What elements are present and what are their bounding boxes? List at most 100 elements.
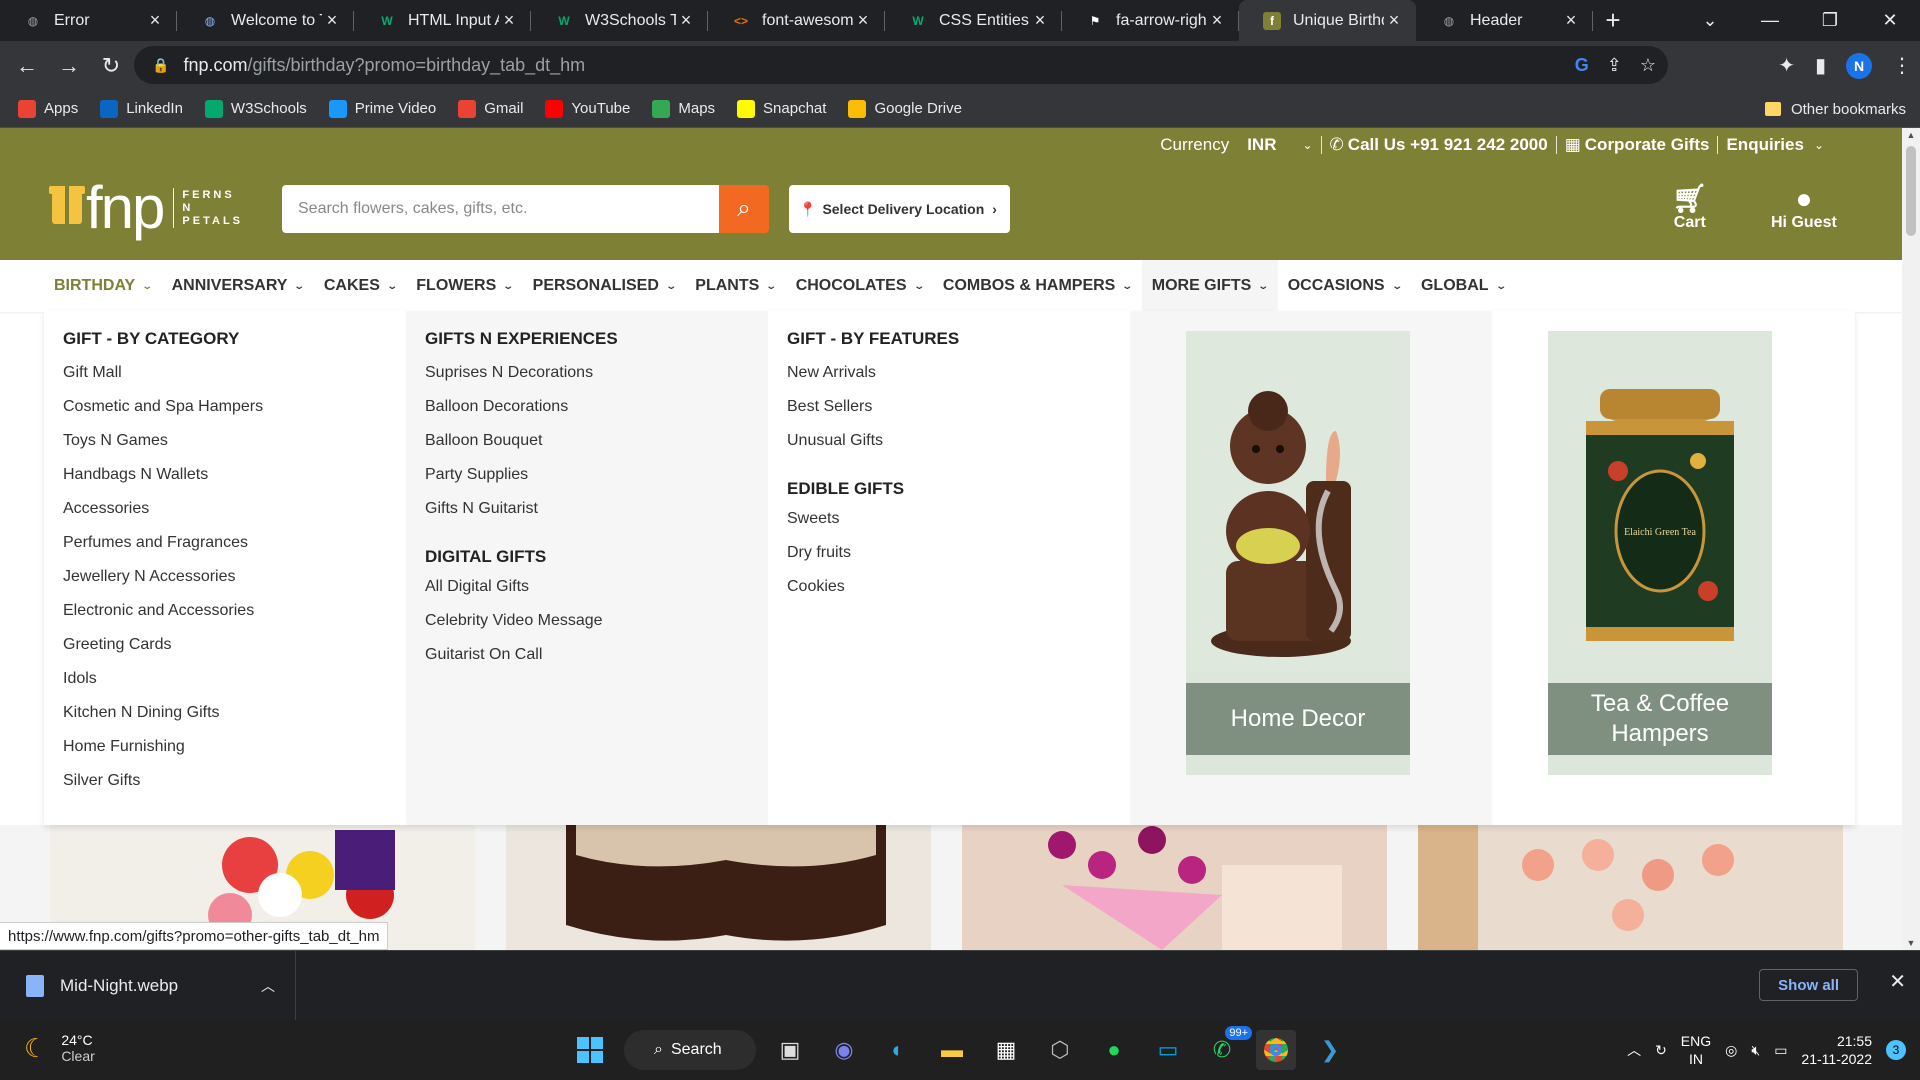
mega-menu-link[interactable]: Idols bbox=[63, 669, 387, 703]
weather-widget[interactable]: ☾ 24°C Clear bbox=[24, 1032, 95, 1064]
browser-tab[interactable]: ◍ Welcome to To× bbox=[177, 0, 354, 41]
close-download-shelf-icon[interactable]: ✕ bbox=[1889, 969, 1906, 994]
delivery-location-button[interactable]: 📍 Select Delivery Location › bbox=[789, 185, 1010, 233]
nav-item[interactable]: PLANTS ⌄ bbox=[685, 260, 785, 312]
bookmark-star-icon[interactable]: ☆ bbox=[1640, 55, 1656, 76]
tab-close-icon[interactable]: × bbox=[322, 10, 342, 31]
other-bookmarks[interactable]: Other bookmarks bbox=[1764, 90, 1906, 128]
promo-home-decor[interactable]: Home Decor bbox=[1130, 311, 1492, 825]
account-button[interactable]: ● Hi Guest bbox=[1771, 184, 1837, 232]
mega-menu-link[interactable]: Kitchen N Dining Gifts bbox=[63, 703, 387, 737]
app-hexagon-icon[interactable]: ⬡ bbox=[1040, 1030, 1080, 1070]
bookmark-item[interactable]: Maps bbox=[652, 99, 715, 118]
bookmark-item[interactable]: Snapchat bbox=[737, 99, 826, 118]
browser-tab[interactable]: ◍ Error × bbox=[0, 0, 177, 41]
call-us-link[interactable]: ✆ Call Us +91 921 242 2000 bbox=[1322, 135, 1556, 155]
mega-menu-link[interactable]: Perfumes and Fragrances bbox=[63, 533, 387, 567]
tab-close-icon[interactable]: × bbox=[676, 10, 696, 31]
mega-menu-link[interactable]: Cosmetic and Spa Hampers bbox=[63, 397, 387, 431]
speaker-muted-icon[interactable]: 🔇︎ bbox=[1751, 1042, 1760, 1059]
file-explorer-icon[interactable]: ▬ bbox=[932, 1030, 972, 1070]
currency-selector[interactable]: Currency INR ⌄ bbox=[1152, 135, 1320, 155]
notification-count[interactable]: 3 bbox=[1886, 1040, 1906, 1060]
mega-menu-link[interactable]: New Arrivals bbox=[787, 363, 1111, 397]
enquiries-dropdown[interactable]: Enquiries ⌄ bbox=[1718, 135, 1832, 155]
mega-menu-link[interactable]: Best Sellers bbox=[787, 397, 1111, 431]
mega-menu-link[interactable]: Electronic and Accessories bbox=[63, 601, 387, 635]
search-input[interactable] bbox=[282, 185, 719, 233]
mega-menu-link[interactable]: Silver Gifts bbox=[63, 771, 387, 805]
language-indicator[interactable]: ENG IN bbox=[1681, 1032, 1711, 1068]
mega-menu-link[interactable]: Balloon Decorations bbox=[425, 397, 749, 431]
taskbar-search[interactable]: ⌕ Search bbox=[624, 1030, 756, 1070]
tab-close-icon[interactable]: × bbox=[1384, 10, 1404, 31]
teams-chat-icon[interactable]: ◉ bbox=[824, 1030, 864, 1070]
nav-item[interactable]: PERSONALISED ⌄ bbox=[523, 260, 686, 312]
scrollbar-thumb[interactable] bbox=[1906, 146, 1916, 236]
nav-item[interactable]: FLOWERS ⌄ bbox=[406, 260, 522, 312]
vscode-icon[interactable]: ❯ bbox=[1310, 1030, 1350, 1070]
bookmark-item[interactable]: Apps bbox=[18, 99, 78, 118]
mega-menu-link[interactable]: Toys N Games bbox=[63, 431, 387, 465]
bookmark-item[interactable]: LinkedIn bbox=[100, 99, 183, 118]
product-image-cake[interactable] bbox=[506, 825, 931, 950]
nav-item[interactable]: GLOBAL ⌄ bbox=[1411, 260, 1515, 312]
nav-item[interactable]: OCCASIONS ⌄ bbox=[1278, 260, 1411, 312]
clock[interactable]: 21:55 21-11-2022 bbox=[1801, 1032, 1872, 1068]
back-button[interactable]: ← bbox=[6, 45, 48, 87]
extensions-puzzle-icon[interactable]: ✦ bbox=[1778, 53, 1795, 78]
browser-tab[interactable]: W HTML Input At× bbox=[354, 0, 531, 41]
mega-menu-link[interactable]: Gifts N Guitarist bbox=[425, 499, 749, 533]
prime-video-icon[interactable]: ▭ bbox=[1148, 1030, 1188, 1070]
task-view-icon[interactable]: ▣ bbox=[770, 1030, 810, 1070]
chevron-up-icon[interactable]: ︿ bbox=[261, 976, 275, 996]
google-lens-icon[interactable]: G bbox=[1575, 55, 1589, 76]
share-icon[interactable]: ⇪ bbox=[1607, 55, 1622, 76]
nav-item[interactable]: MORE GIFTS ⌄ bbox=[1141, 260, 1278, 312]
mega-menu-link[interactable]: Cookies bbox=[787, 577, 1111, 611]
bookmark-item[interactable]: Prime Video bbox=[328, 99, 436, 118]
mega-menu-link[interactable]: Celebrity Video Message bbox=[425, 611, 749, 645]
tab-close-icon[interactable]: × bbox=[853, 10, 873, 31]
scroll-down-arrow[interactable]: ▼ bbox=[1902, 938, 1920, 948]
sync-icon[interactable]: ↻ bbox=[1655, 1042, 1667, 1059]
browser-tab[interactable]: W CSS Entities × bbox=[885, 0, 1062, 41]
tab-close-icon[interactable]: × bbox=[1207, 10, 1227, 31]
close-window-button[interactable]: ✕ bbox=[1860, 0, 1920, 41]
mega-menu-link[interactable]: Home Furnishing bbox=[63, 737, 387, 771]
mega-menu-link[interactable]: Greeting Cards bbox=[63, 635, 387, 669]
mega-menu-link[interactable]: Dry fruits bbox=[787, 543, 1111, 577]
whatsapp-icon[interactable]: ✆ 99+ bbox=[1202, 1026, 1252, 1070]
spotify-icon[interactable]: ● bbox=[1094, 1030, 1134, 1070]
bookmark-item[interactable]: W3Schools bbox=[204, 99, 307, 118]
tab-close-icon[interactable]: × bbox=[145, 10, 165, 31]
browser-menu-icon[interactable]: ⋮ bbox=[1892, 53, 1912, 78]
edge-icon[interactable]: ◐ bbox=[878, 1030, 918, 1070]
chrome-icon[interactable] bbox=[1256, 1030, 1296, 1070]
profile-avatar[interactable]: N bbox=[1846, 52, 1872, 79]
lock-icon[interactable]: 🔒 bbox=[152, 57, 169, 74]
nav-item[interactable]: BIRTHDAY ⌄ bbox=[44, 260, 162, 312]
browser-tab[interactable]: ◍ Header × bbox=[1416, 0, 1593, 41]
download-item[interactable]: Mid-Night.webp ︿ bbox=[0, 950, 296, 1021]
scroll-up-arrow[interactable]: ▲ bbox=[1902, 130, 1920, 140]
tea-coffee-card[interactable]: Elaichi Green Tea Tea & Coffee Hampers bbox=[1548, 331, 1772, 775]
bookmark-item[interactable]: Google Drive bbox=[848, 99, 962, 118]
browser-tab[interactable]: <> font-awesome × bbox=[708, 0, 885, 41]
side-panel-icon[interactable]: ▮ bbox=[1815, 53, 1826, 78]
store-icon[interactable]: ▦ bbox=[986, 1030, 1026, 1070]
search-button[interactable]: ⌕ bbox=[719, 185, 769, 233]
network-globe-icon[interactable]: ◎ bbox=[1725, 1042, 1737, 1059]
mega-menu-link[interactable]: All Digital Gifts bbox=[425, 577, 749, 611]
mega-menu-link[interactable]: Accessories bbox=[63, 499, 387, 533]
reload-button[interactable]: ↻ bbox=[90, 45, 132, 87]
tab-close-icon[interactable]: × bbox=[499, 10, 519, 31]
start-windows-icon[interactable] bbox=[570, 1030, 610, 1070]
chevron-up-icon[interactable]: ︿ bbox=[1627, 1040, 1641, 1060]
show-all-button[interactable]: Show all bbox=[1759, 969, 1858, 1001]
mega-menu-link[interactable]: Guitarist On Call bbox=[425, 645, 749, 679]
tab-close-icon[interactable]: × bbox=[1030, 10, 1050, 31]
mega-menu-link[interactable]: Sweets bbox=[787, 509, 1111, 543]
browser-tab[interactable]: ⚑ fa-arrow-right × bbox=[1062, 0, 1239, 41]
nav-item[interactable]: COMBOS & HAMPERS ⌄ bbox=[933, 260, 1142, 312]
